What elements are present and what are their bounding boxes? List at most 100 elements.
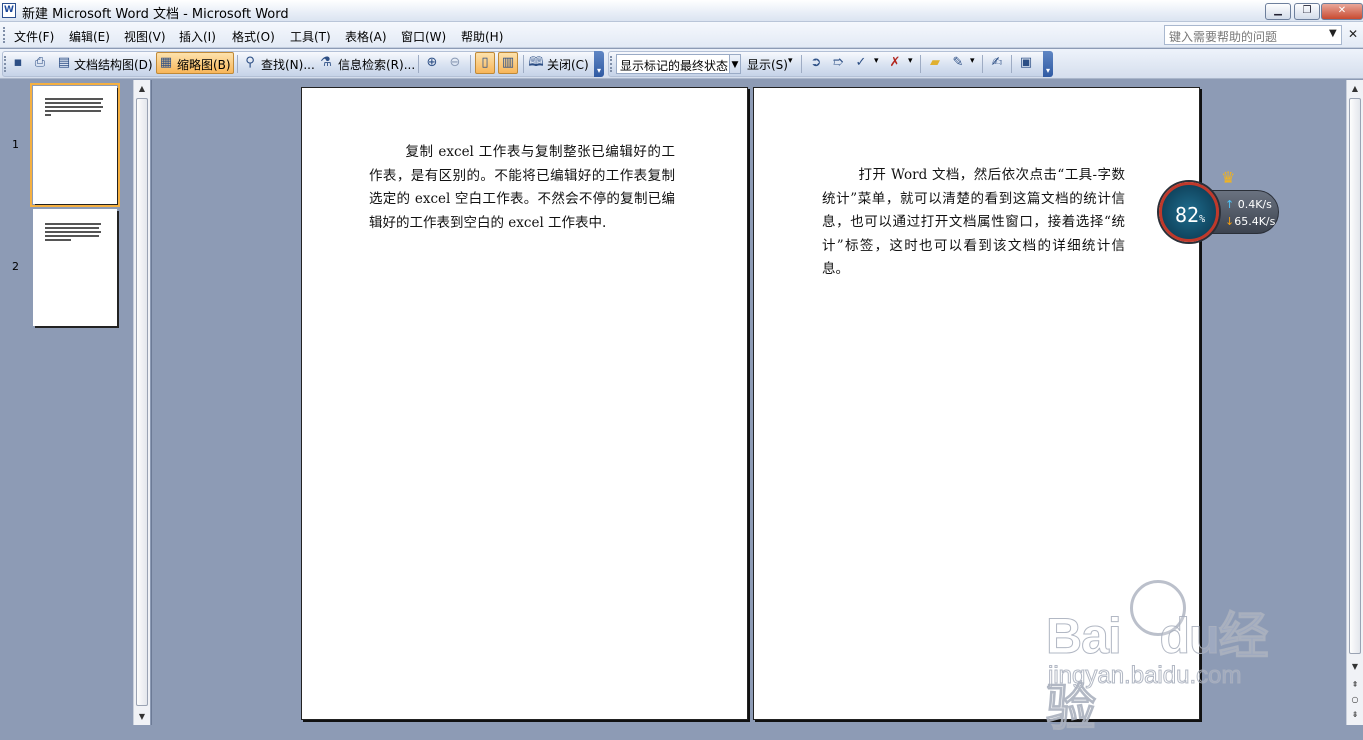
scroll-up-icon[interactable]: ▲ [1347,80,1363,97]
title-bar: W 新建 Microsoft Word 文档 - Microsoft Word … [0,0,1363,22]
multiple-pages-icon: ▥ [501,55,515,70]
close-icon: ✕ [1337,5,1347,16]
save-icon[interactable]: ▪ [10,55,26,71]
menu-bar: 文件(F) 编辑(E) 视图(V) 插入(I) 格式(O) 工具(T) 表格(A… [0,22,1363,48]
next-change-icon[interactable]: ➱ [830,55,846,71]
memory-usage-gauge[interactable]: 82% [1159,182,1219,242]
chevron-down-icon[interactable]: ▾ [908,56,913,66]
help-dropdown-icon[interactable]: ▼ [1329,28,1337,39]
thumbnail-page-2[interactable] [33,209,117,326]
chevron-down-icon[interactable]: ▾ [874,56,879,66]
print-icon[interactable]: ⎙ [32,55,48,71]
reviewing-pane-icon[interactable]: ▣ [1018,55,1034,71]
find-icon[interactable]: ⚲ [242,55,258,71]
page-2-paragraph[interactable]: 打开 Word 文档，然后依次点击“工具-字数统计”菜单，就可以清楚的看到这篇文… [822,164,1125,282]
menu-help[interactable]: 帮助(H) [461,28,503,45]
close-button[interactable]: ✕ [1321,3,1363,20]
thumbnails-label: 缩略图(B) [177,58,231,72]
research-button[interactable]: 信息检索(R)... [338,56,415,73]
restore-button[interactable]: ❐ [1294,3,1320,20]
research-icon[interactable]: ⚗ [318,55,334,71]
thumbnail-text-line [45,102,101,104]
minimize-button[interactable]: ▁ [1265,3,1291,20]
menu-file[interactable]: 文件(F) [14,28,54,45]
scrollbar-thumb[interactable] [1349,98,1361,654]
toolbar-separator [523,55,524,73]
menu-view[interactable]: 视图(V) [124,28,166,45]
previous-change-icon[interactable]: ➲ [808,55,824,71]
toolbar-separator [470,55,471,73]
menu-window[interactable]: 窗口(W) [401,28,446,45]
page-2[interactable]: 打开 Word 文档，然后依次点击“工具-字数统计”菜单，就可以清楚的看到这篇文… [753,87,1200,720]
scroll-down-icon[interactable]: ▼ [134,708,150,725]
menubar-grip[interactable] [3,27,6,43]
usage-percent: 82% [1175,203,1206,227]
scroll-down-icon[interactable]: ▼ [1347,658,1363,675]
next-page-icon[interactable]: ⇟ [1347,706,1363,723]
toolbar-separator [237,55,238,73]
menu-edit[interactable]: 编辑(E) [69,28,110,45]
vip-crown-icon: ♛ [1221,168,1236,187]
toolbar-separator [1011,55,1012,73]
restore-icon: ❐ [1302,5,1312,16]
download-speed: ↓65.4K/s [1225,215,1276,228]
toolbar-separator [801,55,802,73]
toolbar-grip[interactable] [610,56,613,72]
toolbar: ▪ ⎙ ▤ 文档结构图(D) ▦ 缩略图(B) ⚲ 查找(N)... ⚗ 信息检… [0,49,1363,79]
page-1[interactable]: 复制 excel 工作表与复制整张已编辑好的工作表，是有区别的。不能将已编辑好的… [301,87,748,720]
track-changes-icon[interactable]: ✍ [989,55,1005,71]
accept-change-icon[interactable]: ✓ [853,55,869,71]
zoom-in-icon[interactable]: ⊕ [424,55,440,71]
find-button[interactable]: 查找(N)... [261,56,315,73]
thumbnail-page-1[interactable] [30,83,120,207]
scroll-up-icon[interactable]: ▲ [134,80,150,97]
thumbnail-text-line [45,231,101,233]
thumbnail-text-line [45,114,51,116]
show-menu-button[interactable]: 显示(S) [747,56,788,73]
thumbnail-page-number: 2 [12,260,19,273]
insert-comment-icon[interactable]: ▰ [927,55,943,71]
markup-display-select[interactable]: 显示标记的最终状态 [616,54,730,74]
thumbnail-scrollbar[interactable]: ▲ ▼ [133,80,150,725]
network-speed-widget[interactable]: ♛ 82% ↑ 0.4K/s ↓65.4K/s [1159,168,1281,244]
chevron-down-icon[interactable]: ▼ [729,54,741,74]
thumbnail-text-line [45,227,99,229]
toolbar-separator [418,55,419,73]
chevron-down-icon[interactable]: ▾ [788,56,793,66]
word-app-icon[interactable]: W [2,3,16,18]
help-search-input[interactable]: 键入需要帮助的问题 [1164,25,1342,45]
toolbar-separator [920,55,921,73]
thumbnail-text-line [45,235,99,237]
menu-insert[interactable]: 插入(I) [179,28,216,45]
document-map-icon[interactable]: ▤ [56,55,72,71]
toolbar-grip[interactable] [4,56,7,72]
thumbnail-text-line [45,110,101,112]
actual-page-icon: ▯ [481,55,489,70]
thumbnails-icon: ▦ [159,55,173,70]
reject-change-icon[interactable]: ✗ [887,55,903,71]
thumbnail-text-line [45,98,103,100]
menu-tools[interactable]: 工具(T) [290,28,331,45]
upload-speed: ↑ 0.4K/s [1225,198,1272,211]
toolbar-options-icon[interactable]: ▾ [594,51,604,77]
upload-arrow-icon: ↑ [1225,198,1235,211]
document-map-button[interactable]: 文档结构图(D) [74,56,153,73]
scrollbar-thumb[interactable] [136,98,148,706]
toolbar-options-icon[interactable]: ▾ [1043,51,1053,77]
menu-table[interactable]: 表格(A) [345,28,387,45]
download-arrow-icon: ↓ [1225,215,1235,228]
close-document-icon[interactable]: ✕ [1348,27,1358,41]
thumbnail-text-line [45,106,103,108]
toolbar-separator [982,55,983,73]
close-reading-button[interactable]: 关闭(C) [547,56,589,73]
document-scrollbar[interactable]: ▲ ▼ ⇞ ○ ⇟ [1346,80,1363,725]
book-icon: 🕮 [528,55,544,70]
menu-format[interactable]: 格式(O) [232,28,275,45]
highlight-icon[interactable]: ✎ [950,55,966,71]
thumbnail-text-line [45,223,101,225]
chevron-down-icon[interactable]: ▾ [970,56,975,66]
thumbnail-page-number: 1 [12,138,19,151]
page-1-paragraph[interactable]: 复制 excel 工作表与复制整张已编辑好的工作表，是有区别的。不能将已编辑好的… [369,141,675,235]
zoom-out-icon[interactable]: ⊖ [447,55,463,71]
window-title: 新建 Microsoft Word 文档 - Microsoft Word [22,7,289,22]
